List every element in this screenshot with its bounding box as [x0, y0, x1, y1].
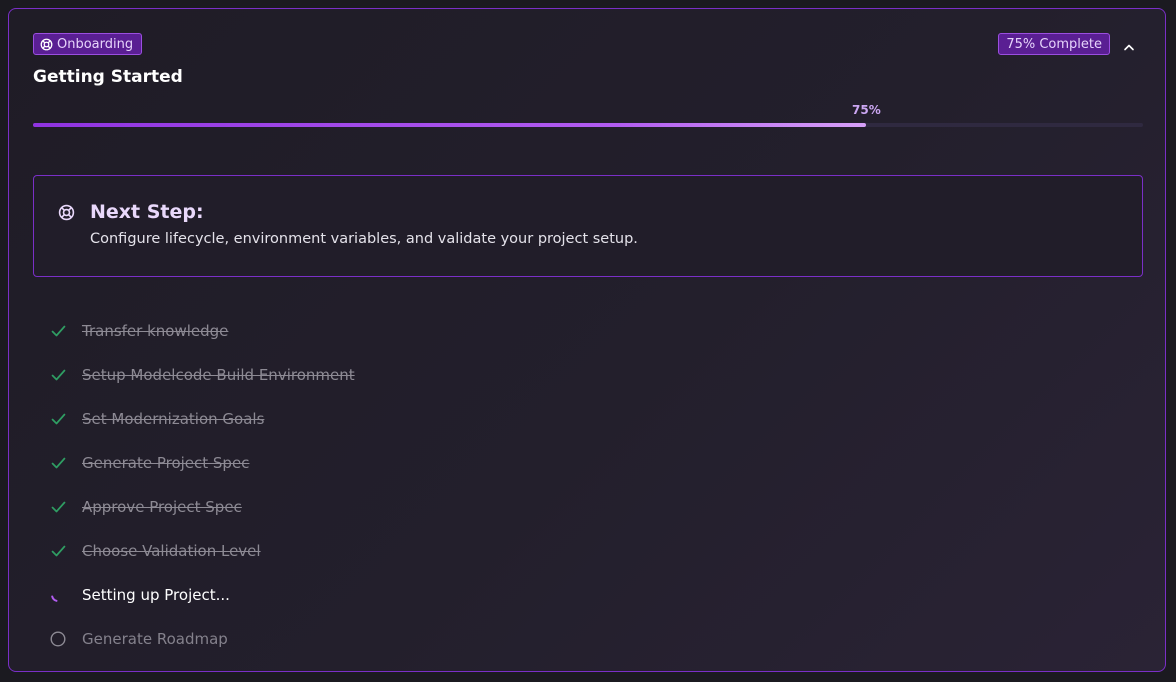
- check-icon: [47, 496, 69, 518]
- completion-badge: 75% Complete: [998, 33, 1110, 55]
- step-label: Transfer knowledge: [82, 322, 229, 340]
- progress-bar-fill: [33, 123, 866, 127]
- step-label: Approve Project Spec: [82, 498, 242, 516]
- step-item: Choose Validation Level: [47, 529, 355, 573]
- check-icon: [47, 364, 69, 386]
- spinner-icon: [47, 584, 69, 606]
- check-icon: [47, 452, 69, 474]
- lifebuoy-icon: [40, 38, 53, 51]
- step-item: Setting up Project...: [47, 573, 355, 617]
- step-item: Transfer knowledge: [47, 309, 355, 353]
- step-item: Approve Project Spec: [47, 485, 355, 529]
- badge-label: Onboarding: [57, 36, 134, 52]
- onboarding-badge: Onboarding: [33, 33, 143, 55]
- step-label: Generate Project Spec: [82, 454, 250, 472]
- step-item: Setup Modelcode Build Environment: [47, 353, 355, 397]
- progress-bar: [33, 123, 1143, 127]
- check-icon: [47, 320, 69, 342]
- step-label: Generate Roadmap: [82, 630, 228, 648]
- step-item: Set Modernization Goals: [47, 397, 355, 441]
- check-icon: [47, 408, 69, 430]
- step-label: Set Modernization Goals: [82, 410, 265, 428]
- check-icon: [47, 540, 69, 562]
- onboarding-card: Onboarding Getting Started 75% Complete …: [8, 8, 1166, 672]
- next-step-panel: Next Step: Configure lifecycle, environm…: [33, 175, 1143, 277]
- collapse-button[interactable]: [1119, 35, 1139, 55]
- card-title: Getting Started: [33, 67, 183, 87]
- lifebuoy-icon: [58, 204, 75, 225]
- next-step-description: Configure lifecycle, environment variabl…: [90, 231, 638, 247]
- empty-circle-icon: [47, 628, 69, 650]
- step-label: Choose Validation Level: [82, 542, 261, 560]
- progress-percent-label: 75%: [852, 103, 881, 117]
- step-item: Generate Project Spec: [47, 441, 355, 485]
- next-step-title: Next Step:: [90, 201, 204, 223]
- step-label: Setting up Project...: [82, 586, 230, 604]
- step-label: Setup Modelcode Build Environment: [82, 366, 355, 384]
- chevron-up-icon: [1123, 36, 1135, 55]
- step-item: Generate Roadmap: [47, 617, 355, 661]
- step-list: Transfer knowledge Setup Modelcode Build …: [47, 309, 355, 661]
